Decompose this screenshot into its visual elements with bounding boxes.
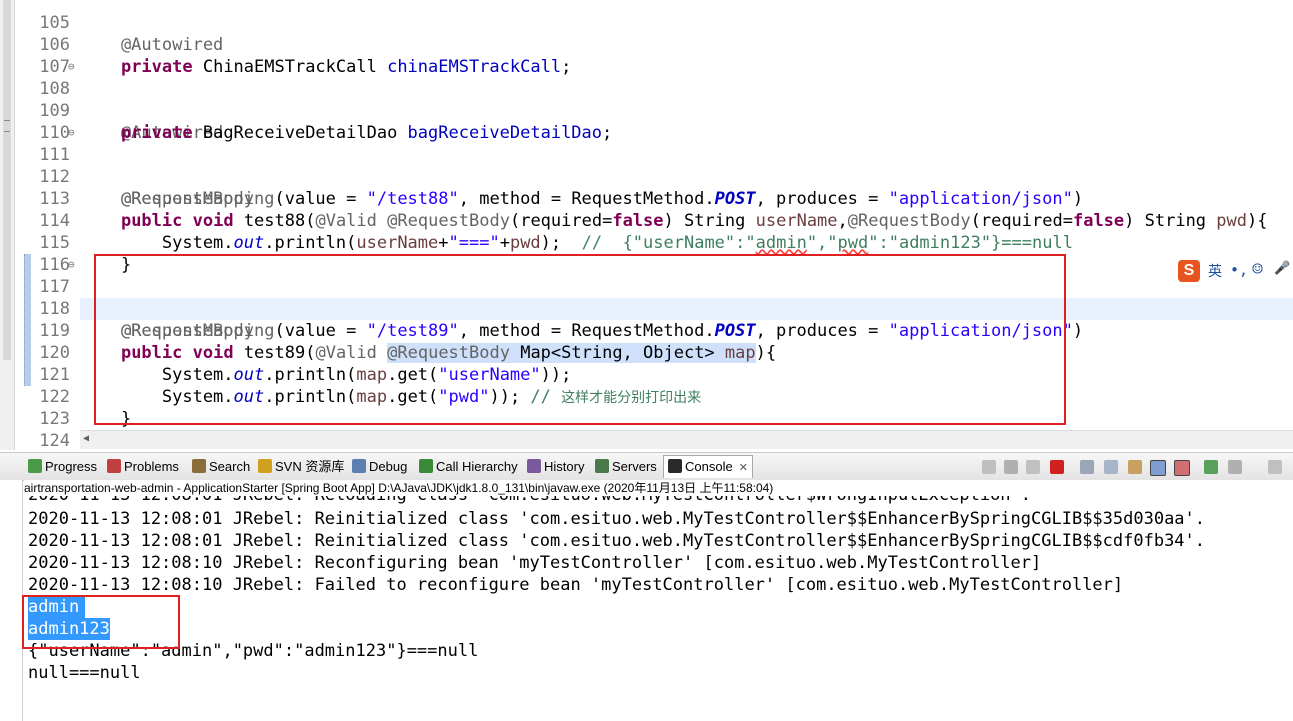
tab-label: Debug [369, 459, 408, 474]
tab-search[interactable]: Search [192, 456, 250, 478]
code-line[interactable]: 106 private ChinaEMSTrackCall chinaEMSTr… [0, 12, 1293, 77]
console-line: 2020-11-13 12:08:01 JRebel: Reinitialize… [28, 509, 1206, 529]
tab-debug[interactable]: Debug [352, 456, 407, 478]
fold-toggle-icon[interactable]: ⊖ [68, 254, 78, 276]
word-wrap-icon[interactable] [1128, 460, 1142, 474]
tab-servers[interactable]: Servers [595, 456, 657, 478]
svn-icon [258, 459, 272, 473]
tab-label: Problems [124, 459, 179, 474]
history-icon [527, 459, 541, 473]
debug-icon [352, 459, 366, 473]
code-line[interactable]: 107 [0, 34, 1293, 77]
microphone-icon[interactable]: 🎤 [1274, 261, 1290, 276]
problems-icon [107, 459, 121, 473]
call-hierarchy-icon [419, 459, 433, 473]
tab-call-hierarchy[interactable]: Call Hierarchy [419, 456, 518, 478]
progress-icon [28, 459, 42, 473]
fold-toggle-icon[interactable]: ⊖ [68, 122, 78, 144]
console-output[interactable]: 2020-11-13 12:08:01 JRebel: Reloading cl… [24, 496, 1293, 721]
clear-console-icon[interactable] [1080, 460, 1094, 474]
code-line[interactable]: 109 private BagReceiveDetailDao bagRecei… [0, 78, 1293, 143]
code-editor[interactable]: 105 @Autowired 106 private ChinaEMSTrack… [0, 0, 1293, 450]
line-number: 124 [39, 431, 70, 450]
code-line[interactable]: 115 } [0, 210, 1293, 275]
code-line[interactable]: 112 @ResponseBody [0, 144, 1293, 209]
search-icon [192, 459, 206, 473]
tab-problems[interactable]: Problems [107, 456, 179, 478]
tab-console[interactable]: Console ✕ [663, 455, 753, 478]
code-line[interactable]: 114 System.out.println(userName+"==="+pw… [0, 188, 1293, 253]
view-menu-icon[interactable] [1268, 460, 1282, 474]
views-tab-bar: Progress Problems Search SVN 资源库 Debug C… [0, 452, 1293, 481]
console-line: 2020-11-13 12:08:01 JRebel: Reloading cl… [28, 496, 1031, 506]
console-launch-title: airtransportation-web-admin - Applicatio… [24, 480, 1293, 497]
console-line: 2020-11-13 12:08:01 JRebel: Reinitialize… [28, 531, 1206, 551]
fold-toggle-icon[interactable]: ⊖ [68, 56, 78, 78]
highlight-box-console [22, 595, 180, 649]
remove-all-icon[interactable] [1026, 460, 1040, 474]
horizontal-scrollbar[interactable]: ◀ [80, 430, 1293, 449]
tab-label: History [544, 459, 585, 474]
tab-progress[interactable]: Progress [28, 456, 97, 478]
code-line[interactable]: 108 ⊖ @Autowired [0, 56, 1293, 143]
console-line: 2020-11-13 12:08:10 JRebel: Reconfigurin… [28, 553, 1042, 573]
pin-icon[interactable] [982, 460, 996, 474]
console-icon [668, 459, 682, 473]
code-line[interactable]: 113 public void test88(@Valid @RequestBo… [0, 166, 1293, 231]
tab-label: Progress [45, 459, 98, 474]
code-line[interactable]: 111 ⊖ @RequestMapping(value = "/test88",… [0, 122, 1293, 209]
console-line: null===null [28, 663, 141, 683]
tab-label: Call Hierarchy [436, 459, 518, 474]
tab-label: Servers [612, 459, 657, 474]
tab-label: SVN 资源库 [275, 459, 345, 474]
scroll-left-icon[interactable]: ◀ [83, 433, 89, 444]
sogou-logo-icon[interactable]: S [1178, 260, 1200, 282]
console-line: 2020-11-13 12:08:10 JRebel: Failed to re… [28, 575, 1124, 595]
code-line[interactable]: 105 @Autowired [0, 0, 1293, 55]
code-line[interactable]: 110 [0, 100, 1293, 143]
code-line[interactable]: 116 [0, 232, 1293, 275]
scroll-lock-icon[interactable] [1104, 460, 1118, 474]
tab-history[interactable]: History [527, 456, 584, 478]
ime-language-toggle[interactable]: 英 [1208, 261, 1222, 281]
display-console-icon[interactable] [1228, 460, 1242, 474]
console-left-gutter [0, 480, 23, 721]
tab-label: Search [209, 459, 251, 474]
terminate-icon[interactable] [1050, 460, 1064, 474]
servers-icon [595, 459, 609, 473]
close-icon[interactable]: ✕ [739, 462, 748, 474]
tab-svn[interactable]: SVN 资源库 [258, 456, 344, 478]
highlight-box-code [94, 254, 1066, 425]
tab-label: Console [685, 459, 733, 474]
remove-launch-icon[interactable] [1004, 460, 1018, 474]
show-stderr-icon[interactable] [1174, 460, 1190, 476]
emoji-icon[interactable]: ☺ [1252, 259, 1263, 280]
punctuation-icon[interactable]: •, [1230, 261, 1248, 279]
show-stdout-icon[interactable] [1150, 460, 1166, 476]
ime-toolbar[interactable]: S 英 •, ☺ 🎤 [1176, 258, 1293, 284]
open-console-icon[interactable] [1204, 460, 1218, 474]
